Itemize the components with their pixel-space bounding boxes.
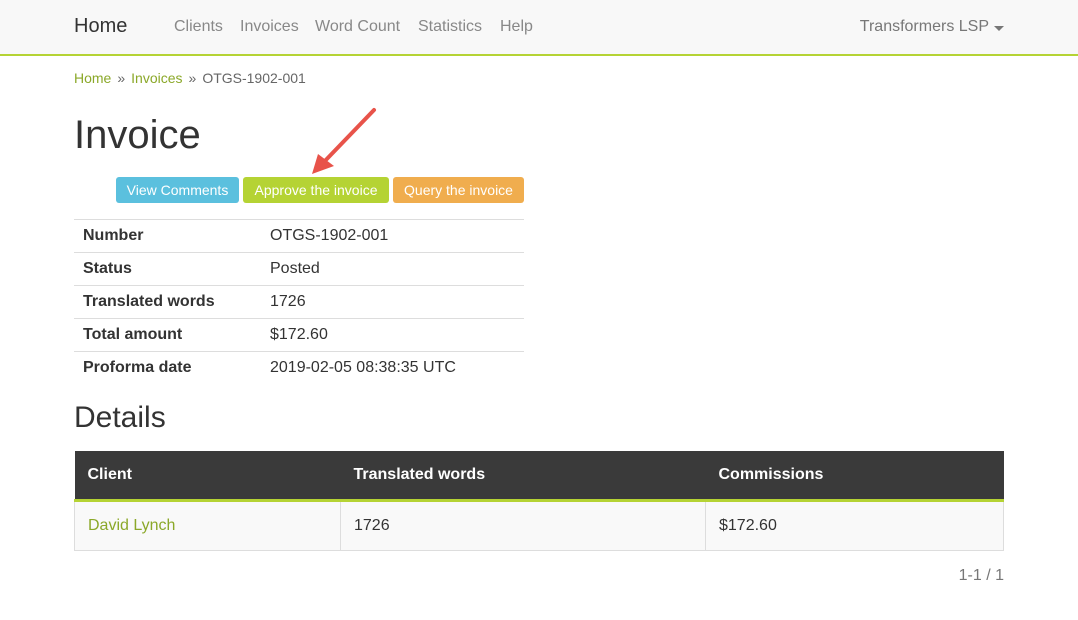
info-row-translated-words: Translated words 1726 bbox=[74, 285, 524, 319]
words-cell: 1726 bbox=[340, 499, 706, 551]
info-key: Translated words bbox=[74, 285, 261, 319]
invoice-info-table: Number OTGS-1902-001 Status Posted Trans… bbox=[74, 219, 524, 385]
user-menu-dropdown[interactable]: Transformers LSP bbox=[860, 18, 1004, 36]
info-key: Total amount bbox=[74, 318, 261, 352]
info-row-proforma-date: Proforma date 2019-02-05 08:38:35 UTC bbox=[74, 351, 524, 385]
nav-statistics[interactable]: Statistics bbox=[418, 18, 482, 36]
column-header-client[interactable]: Client bbox=[74, 451, 341, 502]
nav-clients[interactable]: Clients bbox=[174, 18, 223, 36]
query-invoice-button[interactable]: Query the invoice bbox=[393, 177, 524, 203]
info-row-number: Number OTGS-1902-001 bbox=[74, 219, 524, 253]
details-heading: Details bbox=[74, 401, 166, 434]
nav-invoices[interactable]: Invoices bbox=[240, 18, 299, 36]
details-header-row: Client Translated words Commissions bbox=[74, 451, 1004, 502]
commissions-cell: $172.60 bbox=[705, 499, 1004, 551]
details-table: Client Translated words Commissions Davi… bbox=[74, 451, 1004, 551]
info-value: $172.60 bbox=[261, 318, 524, 352]
view-comments-button[interactable]: View Comments bbox=[116, 177, 239, 203]
breadcrumb-home[interactable]: Home bbox=[74, 70, 111, 86]
breadcrumb-separator: » bbox=[117, 70, 126, 86]
client-cell: David Lynch bbox=[74, 499, 341, 551]
page-title: Invoice bbox=[74, 113, 201, 157]
info-value: Posted bbox=[261, 252, 524, 286]
breadcrumb: Home » Invoices » OTGS-1902-001 bbox=[74, 70, 306, 86]
info-key: Status bbox=[74, 252, 261, 286]
annotation-arrow-icon bbox=[312, 108, 376, 174]
info-value: OTGS-1902-001 bbox=[261, 219, 524, 253]
info-value: 2019-02-05 08:38:35 UTC bbox=[261, 351, 524, 385]
table-row: David Lynch 1726 $172.60 bbox=[74, 499, 1004, 551]
pagination-info: 1-1 / 1 bbox=[958, 567, 1004, 584]
breadcrumb-invoices[interactable]: Invoices bbox=[131, 70, 182, 86]
info-row-total-amount: Total amount $172.60 bbox=[74, 318, 524, 352]
breadcrumb-current: OTGS-1902-001 bbox=[202, 70, 306, 86]
caret-down-icon bbox=[994, 25, 1004, 31]
top-navbar: Home Clients Invoices Word Count Statist… bbox=[0, 0, 1078, 56]
breadcrumb-separator: » bbox=[188, 70, 197, 86]
info-row-status: Status Posted bbox=[74, 252, 524, 286]
info-key: Number bbox=[74, 219, 261, 253]
column-header-commissions[interactable]: Commissions bbox=[705, 451, 1004, 502]
column-header-translated-words[interactable]: Translated words bbox=[340, 451, 706, 502]
brand-home-link[interactable]: Home bbox=[74, 15, 127, 38]
client-link[interactable]: David Lynch bbox=[88, 517, 175, 534]
nav-help[interactable]: Help bbox=[500, 18, 533, 36]
info-value: 1726 bbox=[261, 285, 524, 319]
approve-invoice-button[interactable]: Approve the invoice bbox=[243, 177, 389, 203]
user-menu-label: Transformers LSP bbox=[859, 18, 989, 35]
info-key: Proforma date bbox=[74, 351, 261, 385]
nav-word-count[interactable]: Word Count bbox=[315, 18, 400, 36]
